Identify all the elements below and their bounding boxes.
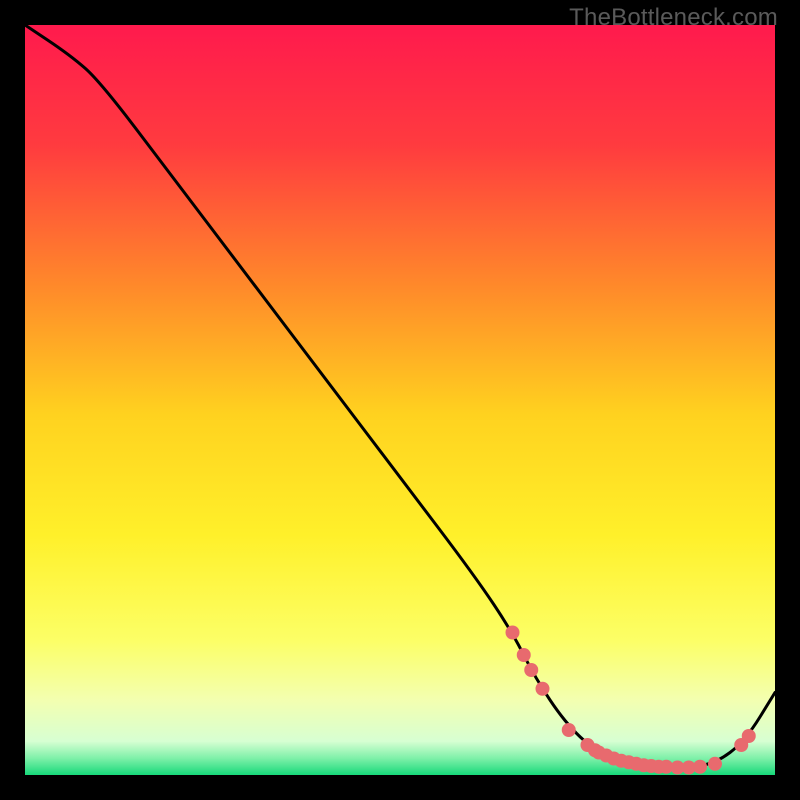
scatter-point xyxy=(524,663,538,677)
points-layer xyxy=(25,25,775,775)
scatter-point xyxy=(708,757,722,771)
chart-stage: TheBottleneck.com xyxy=(0,0,800,800)
watermark-text: TheBottleneck.com xyxy=(569,4,778,32)
scatter-point xyxy=(506,626,520,640)
scatter-point xyxy=(742,729,756,743)
scatter-point xyxy=(562,723,576,737)
scatter-point xyxy=(693,760,707,774)
scatter-point xyxy=(517,648,531,662)
scatter-point xyxy=(536,682,550,696)
plot-area xyxy=(25,25,775,775)
